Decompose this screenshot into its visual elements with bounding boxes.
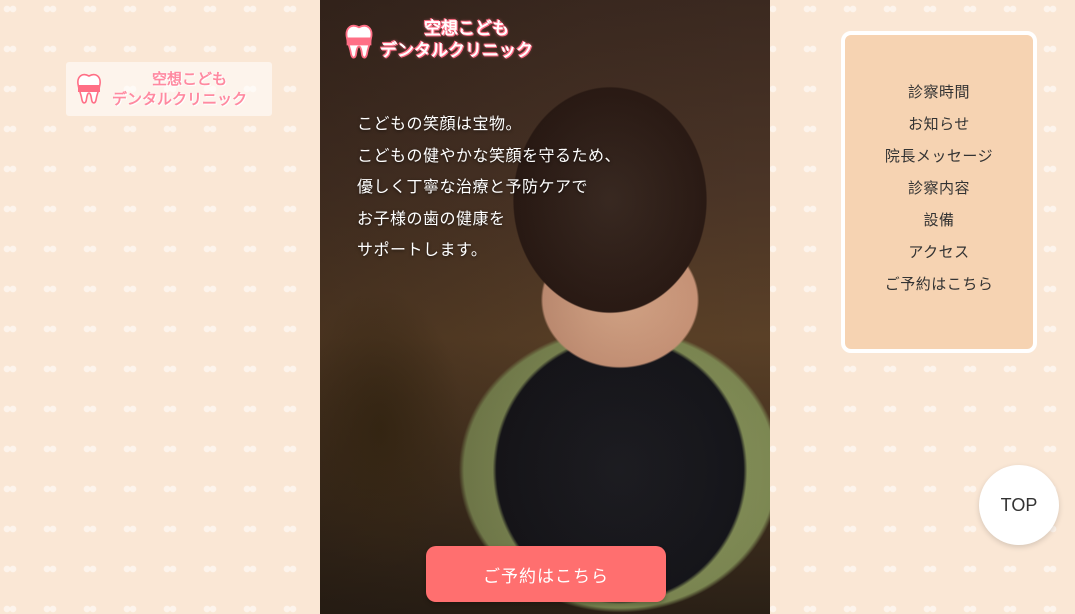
tooth-icon [76, 73, 102, 105]
nav-item-director-message[interactable]: 院長メッセージ [845, 140, 1033, 172]
hero-image-panel: 空想こども デンタルクリニック こどもの笑顔は宝物。 こどもの健やかな笑顔を守る… [320, 0, 770, 614]
nav-item-news[interactable]: お知らせ [845, 108, 1033, 140]
nav-list: 診察時間 お知らせ 院長メッセージ 診察内容 設備 アクセス ご予約はこちら [845, 76, 1033, 300]
side-logo-line1: 空想こども [152, 70, 228, 88]
hero-line: こどもの健やかな笑顔を守るため、 [357, 145, 622, 165]
side-logo-text: 空想こども デンタルクリニック [112, 69, 247, 109]
hero-line: 優しく丁寧な治療と予防ケアで [357, 177, 589, 196]
hero-logo[interactable]: 空想こども デンタルクリニック [344, 18, 533, 62]
tooth-icon [344, 24, 373, 59]
nav-item-hours[interactable]: 診察時間 [845, 76, 1033, 108]
hero-logo-text: 空想こども デンタルクリニック [380, 18, 533, 62]
nav-item-facilities[interactable]: 設備 [845, 204, 1033, 236]
hero-message: こどもの笑顔は宝物。 こどもの健やかな笑顔を守るため、 優しく丁寧な治療と予防ケ… [357, 108, 621, 266]
hero-overlay [320, 0, 770, 614]
nav-item-reservation[interactable]: ご予約はこちら [845, 268, 1033, 300]
back-to-top-button[interactable]: TOP [979, 465, 1059, 545]
side-logo-line2: デンタルクリニック [112, 90, 248, 108]
nav-menu: 診察時間 お知らせ 院長メッセージ 診察内容 設備 アクセス ご予約はこちら [841, 31, 1037, 353]
reserve-button[interactable]: ご予約はこちら [426, 546, 666, 602]
nav-item-services[interactable]: 診察内容 [845, 172, 1033, 204]
hero-line: こどもの笑顔は宝物。 [357, 114, 523, 133]
hero-line: お子様の歯の健康を [357, 208, 506, 228]
hero-logo-line2: デンタルクリニック [380, 41, 533, 61]
side-logo[interactable]: 空想こども デンタルクリニック [66, 62, 272, 116]
hero-line: サポートします。 [357, 240, 488, 259]
nav-item-access[interactable]: アクセス [845, 236, 1033, 268]
hero-logo-line1: 空想こども [424, 19, 509, 39]
